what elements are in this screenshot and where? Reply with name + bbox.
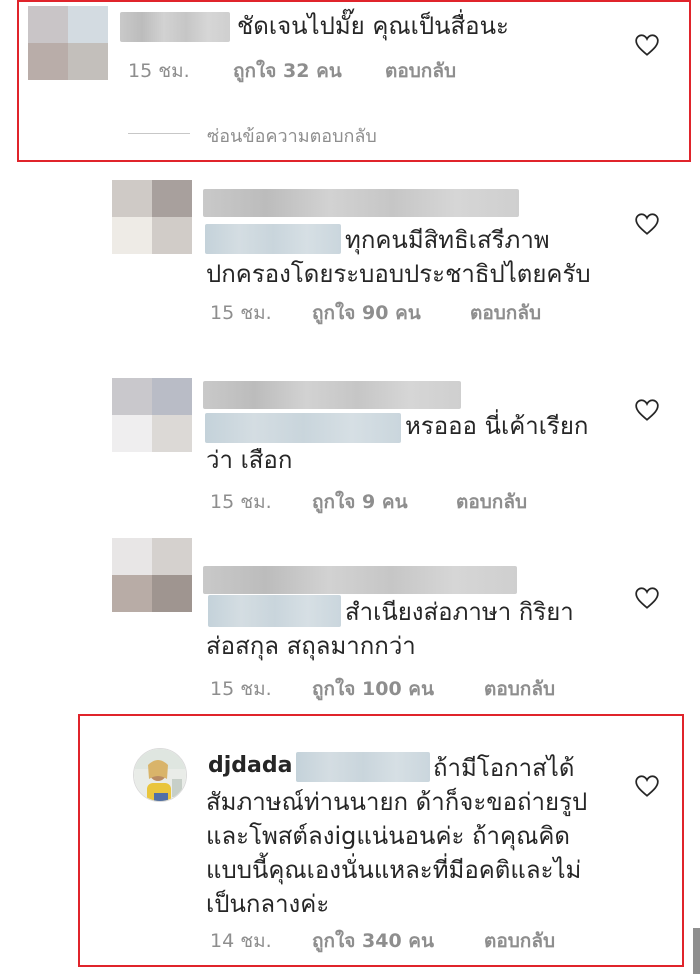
reply-button[interactable]: ตอบกลับ: [484, 926, 555, 956]
comment-time: 14 ชม.: [210, 930, 272, 952]
reply-button[interactable]: ตอบกลับ: [385, 56, 456, 86]
heart-outline-icon[interactable]: [634, 586, 660, 610]
comment-text-line: เป็นกลางค่ะ: [206, 890, 330, 918]
comment-text-line: หรอออ นี่เค้าเรียก: [405, 412, 589, 440]
heart-outline-icon[interactable]: [634, 212, 660, 236]
comment-text-line: ถ้ามีโอกาสได้: [433, 754, 575, 782]
avatar[interactable]: [133, 748, 187, 802]
comment-text-line: ว่า เสือก: [206, 446, 293, 474]
comment-text-line: สัมภาษณ์ท่านนายก ด้าก็จะขอถ่ายรูป: [206, 788, 588, 816]
comment-time: 15 ชม.: [210, 302, 272, 324]
comment-text: ชัดเจนไปมั๊ย คุณเป็นสื่อนะ: [237, 12, 509, 40]
comment-text-line: ทุกคนมีสิทธิเสรีภาพ: [345, 226, 550, 254]
comment-time: 15 ชม.: [128, 60, 190, 82]
heart-outline-icon[interactable]: [634, 774, 660, 798]
hide-replies-line: [128, 133, 190, 134]
likes-count[interactable]: ถูกใจ 90 คน: [312, 298, 421, 328]
avatar[interactable]: [112, 180, 192, 254]
mention-blurred[interactable]: [205, 224, 341, 254]
avatar[interactable]: [112, 538, 192, 612]
likes-count[interactable]: ถูกใจ 32 คน: [233, 56, 342, 86]
mention-blurred[interactable]: [205, 413, 401, 443]
comment-text-line: ปกครองโดยระบอบประชาธิปไตยครับ: [206, 260, 591, 288]
username-blurred[interactable]: [203, 381, 461, 409]
hide-replies-button[interactable]: ซ่อนข้อความตอบกลับ: [207, 121, 377, 150]
username-blurred[interactable]: [120, 12, 230, 42]
likes-count[interactable]: ถูกใจ 9 คน: [312, 487, 408, 517]
comment-username[interactable]: djdada: [208, 748, 292, 784]
comment-text-line: สำเนียงส่อภาษา กิริยา: [345, 598, 574, 626]
likes-count[interactable]: ถูกใจ 100 คน: [312, 674, 434, 704]
reply-button[interactable]: ตอบกลับ: [456, 487, 527, 517]
mention-blurred[interactable]: [296, 752, 430, 782]
comment-time: 15 ชม.: [210, 491, 272, 513]
avatar[interactable]: [28, 6, 108, 80]
mention-blurred[interactable]: [208, 595, 341, 627]
likes-count[interactable]: ถูกใจ 340 คน: [312, 926, 434, 956]
comment-text-line: ส่อสกุล สถุลมากกว่า: [206, 632, 416, 660]
scrollbar-thumb[interactable]: [693, 928, 700, 974]
comment-time: 15 ชม.: [210, 678, 272, 700]
heart-outline-icon[interactable]: [634, 33, 660, 57]
comment-text-line: แบบนี้คุณเองนั่นแหละที่มีอคติและไม่: [206, 856, 582, 884]
comment-text-line: และโพสต์ลงigแน่นอนค่ะ ถ้าคุณคิด: [206, 822, 570, 850]
avatar[interactable]: [112, 378, 192, 452]
username-blurred[interactable]: [203, 189, 519, 217]
reply-button[interactable]: ตอบกลับ: [484, 674, 555, 704]
heart-outline-icon[interactable]: [634, 398, 660, 422]
username-blurred[interactable]: [203, 566, 517, 594]
reply-button[interactable]: ตอบกลับ: [470, 298, 541, 328]
